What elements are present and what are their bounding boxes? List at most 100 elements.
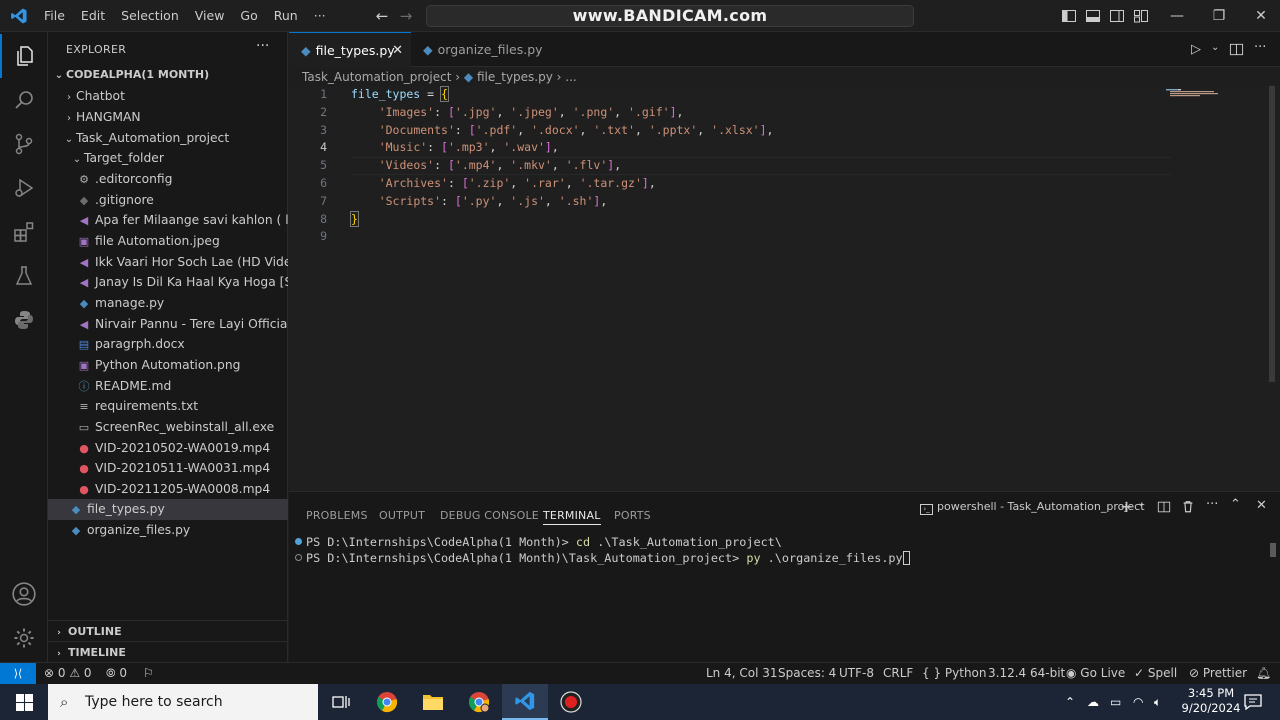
split-terminal-icon[interactable]: [1157, 500, 1171, 514]
tree-file[interactable]: ● VID-20210502-WA0019.mp4: [48, 438, 288, 459]
show-hidden-icons-icon[interactable]: ⌃: [1065, 684, 1075, 720]
chrome-icon[interactable]: [364, 684, 410, 720]
prettier-status[interactable]: ⊘ Prettier: [1189, 663, 1247, 684]
tree-folder-hangman[interactable]: › HANGMAN: [48, 107, 288, 128]
terminal-line[interactable]: PS D:\Internships\CodeAlpha(1 Month)\Tas…: [295, 550, 910, 566]
file-explorer-icon[interactable]: [410, 684, 456, 720]
tree-file[interactable]: ⓘ README.md: [48, 376, 288, 397]
notification-center-icon[interactable]: [1244, 694, 1262, 710]
wifi-icon[interactable]: ◠: [1133, 684, 1143, 720]
terminal-scrollbar[interactable]: [1270, 543, 1276, 557]
outline-section[interactable]: › OUTLINE: [48, 620, 288, 642]
chrome-profile-icon[interactable]: [456, 684, 502, 720]
tree-file[interactable]: ▤ paragrph.docx: [48, 334, 288, 355]
menu-go[interactable]: Go: [232, 0, 265, 32]
new-terminal-icon[interactable]: +: [1120, 497, 1133, 516]
restore-button[interactable]: ❐: [1196, 0, 1242, 32]
source-control-icon[interactable]: [0, 122, 48, 166]
toggle-primary-sidebar-icon[interactable]: [1061, 8, 1077, 24]
close-button[interactable]: ✕: [1238, 0, 1280, 32]
vscode-taskbar-icon[interactable]: [502, 684, 548, 720]
tree-folder-target[interactable]: ⌄ Target_folder: [48, 148, 288, 169]
terminal-dropdown-icon[interactable]: ⌄: [1137, 498, 1145, 509]
onedrive-cloud-icon[interactable]: ☁: [1087, 684, 1099, 720]
panel-more-icon[interactable]: ···: [1206, 497, 1218, 512]
cursor-position[interactable]: Ln 4, Col 31: [706, 663, 778, 684]
explorer-more-actions-icon[interactable]: ···: [256, 38, 276, 54]
spell-check-status[interactable]: ✓ Spell: [1134, 663, 1177, 684]
close-panel-icon[interactable]: ✕: [1256, 498, 1267, 513]
tab-file-types[interactable]: ◆ file_types.py ✕: [289, 32, 411, 67]
customize-layout-icon[interactable]: [1133, 8, 1149, 24]
breadcrumb-folder[interactable]: Task_Automation_project: [302, 70, 451, 84]
language-mode[interactable]: { } Python: [922, 663, 987, 684]
panel-tab-terminal[interactable]: TERMINAL: [543, 507, 601, 525]
run-python-file-icon[interactable]: ▷: [1191, 42, 1201, 57]
ports-status[interactable]: ⦾ 0: [106, 663, 127, 684]
run-debug-icon[interactable]: [0, 166, 48, 210]
toggle-panel-icon[interactable]: [1085, 8, 1101, 24]
python-interpreter[interactable]: 3.12.4 64-bit: [988, 663, 1065, 684]
menu-more[interactable]: ···: [306, 0, 334, 32]
volume-icon[interactable]: 🔈︎: [1154, 684, 1161, 720]
indentation[interactable]: Spaces: 4: [778, 663, 836, 684]
menu-run[interactable]: Run: [266, 0, 306, 32]
tree-file[interactable]: ▣ file Automation.jpeg: [48, 231, 288, 252]
encoding[interactable]: UTF-8: [839, 663, 874, 684]
end-of-line[interactable]: CRLF: [883, 663, 913, 684]
menu-file[interactable]: File: [36, 0, 73, 32]
tree-file[interactable]: ▣ Python Automation.png: [48, 355, 288, 376]
panel-tab-problems[interactable]: PROBLEMS: [306, 507, 368, 525]
command-center[interactable]: www.BANDICAM.com: [426, 5, 914, 27]
split-editor-icon[interactable]: [1229, 42, 1244, 57]
tree-file[interactable]: ◀ Nirvair Pannu - Tere Layi Official ...: [48, 314, 288, 335]
bandicam-record-icon[interactable]: [548, 684, 594, 720]
run-dropdown-icon[interactable]: ⌄: [1211, 42, 1219, 53]
trash-icon[interactable]: [1181, 499, 1195, 514]
tree-file[interactable]: ⚙ .editorconfig: [48, 169, 288, 190]
go-live-button[interactable]: ◉ Go Live: [1066, 663, 1125, 684]
toggle-secondary-sidebar-icon[interactable]: [1109, 8, 1125, 24]
terminal-selector[interactable]: ›_ powershell - Task_Automation_project: [920, 500, 1145, 515]
remote-indicator[interactable]: ⟩⟨: [0, 663, 36, 684]
search-icon[interactable]: [0, 78, 48, 122]
forward-arrow-icon[interactable]: →: [396, 6, 416, 26]
tree-file[interactable]: ◀ Ikk Vaari Hor Soch Lae (HD Video)...: [48, 252, 288, 273]
tree-file[interactable]: ≡ requirements.txt: [48, 396, 288, 417]
windows-start-icon[interactable]: [16, 694, 33, 711]
problems-status[interactable]: ⊗ 0 ⚠ 0: [44, 663, 92, 684]
back-arrow-icon[interactable]: ←: [372, 6, 392, 26]
panel-tab-ports[interactable]: PORTS: [614, 507, 651, 525]
tree-file-selected[interactable]: ◆ file_types.py: [48, 499, 288, 520]
battery-icon[interactable]: ▭: [1110, 684, 1121, 720]
settings-gear-icon[interactable]: [0, 616, 48, 660]
minimize-button[interactable]: —: [1154, 0, 1200, 32]
accounts-icon[interactable]: [0, 572, 48, 616]
testing-flask-icon[interactable]: [0, 254, 48, 298]
tree-file[interactable]: ● VID-20210511-WA0031.mp4: [48, 458, 288, 479]
python-icon[interactable]: [0, 298, 48, 342]
minimap[interactable]: [1166, 88, 1222, 98]
tree-file[interactable]: ◀ Apa fer Milaange savi kahlon ( lyr...: [48, 210, 288, 231]
close-tab-icon[interactable]: ✕: [392, 33, 403, 68]
explorer-icon[interactable]: [0, 34, 48, 78]
editor-more-actions-icon[interactable]: ···: [1254, 40, 1266, 55]
menu-selection[interactable]: Selection: [113, 0, 187, 32]
taskbar-search-input[interactable]: ⌕ Type here to search: [48, 684, 318, 720]
tree-folder-task-automation[interactable]: ⌄ Task_Automation_project: [48, 128, 288, 149]
timeline-section[interactable]: › TIMELINE: [48, 641, 288, 663]
breadcrumb-symbols[interactable]: › ...: [557, 70, 577, 84]
tree-folder-chatbot[interactable]: › Chatbot: [48, 86, 288, 107]
menu-view[interactable]: View: [187, 0, 233, 32]
panel-tab-output[interactable]: OUTPUT: [379, 507, 425, 525]
breadcrumb-file[interactable]: file_types.py: [477, 70, 553, 84]
maximize-panel-icon[interactable]: ⌃: [1230, 497, 1241, 512]
tree-file[interactable]: ▭ ScreenRec_webinstall_all.exe: [48, 417, 288, 438]
menu-edit[interactable]: Edit: [73, 0, 113, 32]
extensions-icon[interactable]: [0, 210, 48, 254]
bell-slash-icon[interactable]: ⚐: [143, 663, 154, 684]
task-view-icon[interactable]: [318, 684, 364, 720]
tree-file[interactable]: ◆ .gitignore: [48, 190, 288, 211]
tree-file[interactable]: ◀ Janay Is Dil Ka Haal Kya Hoga [Slo...: [48, 272, 288, 293]
editor-scrollbar[interactable]: [1269, 86, 1275, 382]
